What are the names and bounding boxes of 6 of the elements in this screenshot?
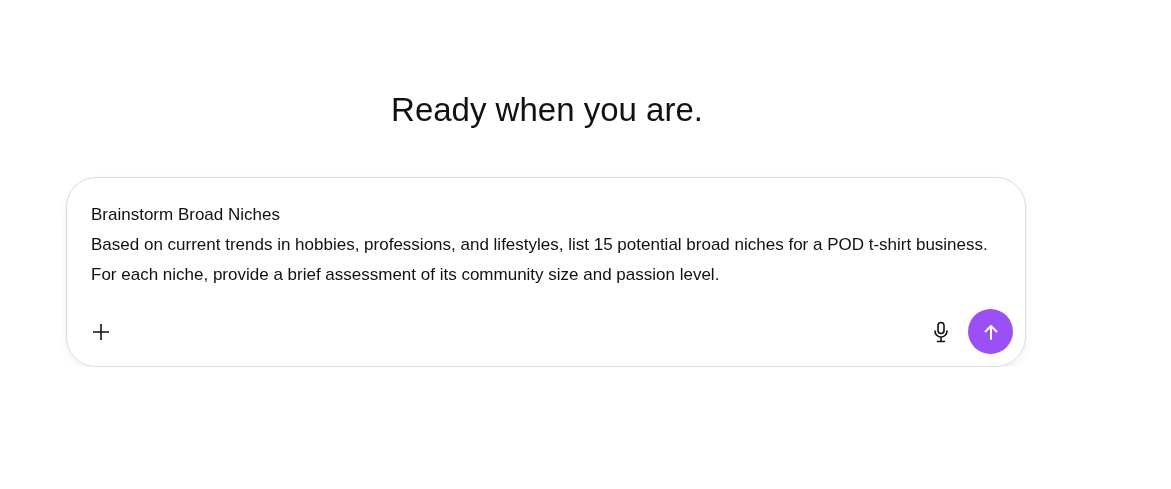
- send-button[interactable]: [968, 309, 1013, 354]
- prompt-field[interactable]: Brainstorm Broad Niches Based on current trends in hobbies, professions, and lifestyles, list 15 potential broad niches for a POD t-shirt business. For each niche, provide a brief assessment of its community size and passion level.: [91, 200, 1001, 290]
- add-icon[interactable]: [91, 321, 111, 342]
- heading: Ready when you are.: [391, 90, 703, 130]
- microphone-icon[interactable]: [932, 320, 950, 343]
- arrow-up-icon: [981, 322, 1000, 341]
